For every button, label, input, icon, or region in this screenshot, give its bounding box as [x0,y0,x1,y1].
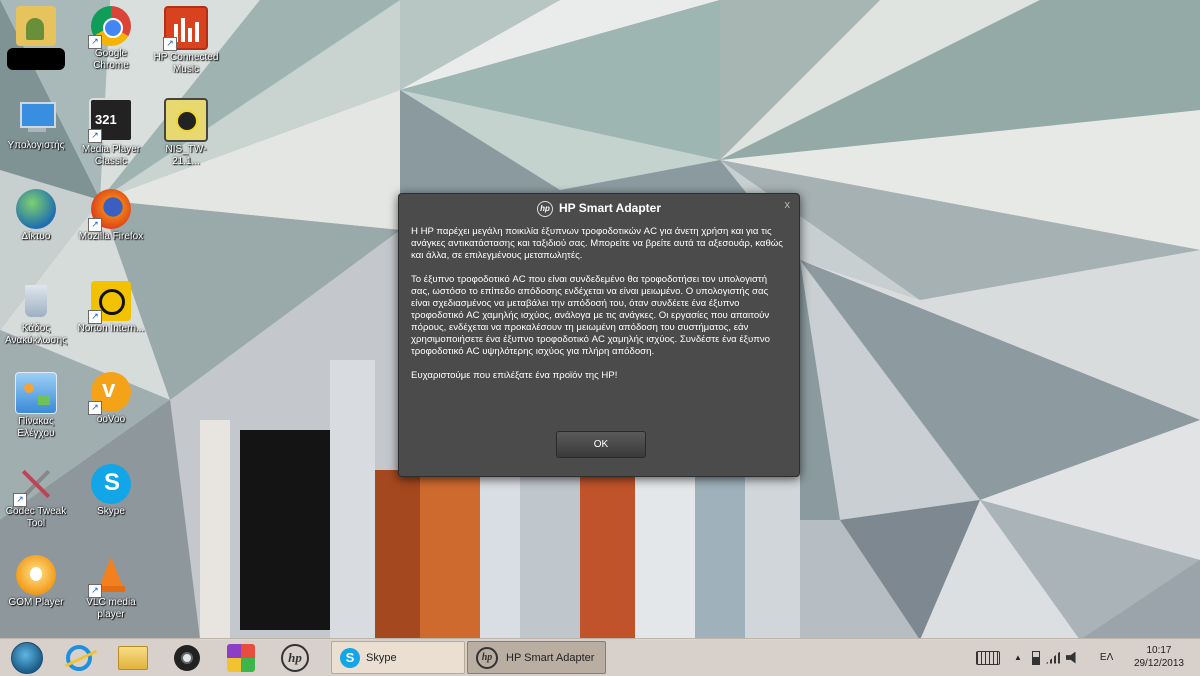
dialog-title: HP Smart Adapter [558,201,662,215]
dialog-message: Η HP παρέχει μεγάλη ποικιλία έξυπνων τρο… [399,222,799,382]
desktop-icon-nis-installer[interactable]: NIS_TW-21.1... [150,92,222,168]
puzzle-app-icon [227,643,255,672]
taskbar-task-hp-smart-adapter[interactable]: hp HP Smart Adapter [467,641,606,674]
desktop-icon-skype[interactable]: S Skype [75,458,147,518]
network-globe-icon [16,189,56,229]
hp-music-icon: ↗ [163,6,208,51]
oovoo-icon: v ↗ [88,372,131,415]
close-button[interactable]: x [785,199,791,211]
firefox-icon: ↗ [88,189,131,232]
ok-button[interactable]: OK [556,431,646,458]
volume-icon[interactable] [1065,651,1076,664]
desktop-icon-label: GOM Player [8,597,64,608]
gom-player-icon [16,555,56,595]
taskbar-task-skype[interactable]: S Skype [331,641,465,674]
norton-icon: ↗ [88,281,131,324]
redacted-label [7,48,65,70]
skype-icon: S [340,647,360,668]
desktop-icon-label: Mozilla Firefox [78,231,144,242]
desktop-icon-codec-tweak-tool[interactable]: ↗ Codec Tweak Tool [0,458,72,530]
desktop-icon-gom-player[interactable]: GOM Player [0,549,72,609]
language-indicator[interactable]: ΕΛ [1100,652,1113,663]
clock-date: 29/12/2013 [1133,658,1184,669]
installer-box-icon [164,98,208,142]
taskbar-task-label: Skype [366,651,397,664]
start-orb-icon [11,641,43,674]
mpc-icon: 321 ↗ [88,98,133,143]
battery-icon[interactable] [1031,650,1040,665]
dialog-paragraph-2: Το έξυπνο τροφοδοτικό AC που είναι συνδε… [411,274,770,357]
chrome-icon: ↗ [88,6,131,49]
desktop-icon-label: Υπολογιστής [7,140,65,151]
computer-icon [16,98,56,138]
desktop-icon-label: Codec Tweak Tool [5,506,67,529]
desktop-icon-control-panel[interactable]: Πίνακας Ελέγχου [0,366,72,440]
taskbar-pin-internet-explorer[interactable] [52,641,106,674]
show-hidden-icons-button[interactable]: ▲ [1014,653,1022,662]
desktop-icon-label: ooVoo [96,414,126,425]
desktop-icon-norton[interactable]: ↗ Norton Intern... [75,275,147,335]
touch-keyboard-icon[interactable] [976,650,1000,665]
file-explorer-icon [118,645,148,670]
taskbar-task-label: HP Smart Adapter [506,651,595,664]
hp-smart-adapter-dialog: hp HP Smart Adapter x Η HP παρέχει μεγάλη… [398,193,800,477]
desktop-icon-label: Google Chrome [93,48,129,71]
dialog-paragraph-3: Ευχαριστούμε που επιλέξατε ένα προϊόν τη… [411,370,618,381]
signal-bars-icon[interactable] [1045,651,1060,664]
taskbar-pin-webcam[interactable] [160,641,214,674]
desktop-icon-label: VLC media player [86,597,136,620]
desktop-icon-label: Norton Intern... [77,323,145,334]
clock-time: 10:17 [1146,645,1172,656]
dialog-paragraph-1: Η HP παρέχει μεγάλη ποικιλία έξυπνων τρο… [411,226,783,261]
desktop-icon-google-chrome[interactable]: ↗ Google Chrome [75,0,147,72]
webcam-icon [174,644,200,671]
desktop-icon-label: Skype [97,506,125,517]
system-tray: ▲ ΕΛ [976,639,1113,676]
desktop-icon-oovoo[interactable]: v ↗ ooVoo [75,366,147,426]
desktop-icon-vlc[interactable]: ↗ VLC media player [75,549,147,621]
start-button[interactable] [0,641,54,674]
hp-logo-icon: hp [281,643,309,672]
taskbar: hp S Skype hp HP Smart Adapter ▲ ΕΛ 10:1… [0,638,1200,676]
hp-logo-icon: hp [536,200,553,217]
recycle-bin-icon [16,281,56,321]
desktop-icon-user-folder[interactable] [0,0,72,70]
desktop-icon-label: Κάδος Ανακύκλωσης [5,323,67,346]
desktop-icon-label: HP Connected Music [153,52,219,75]
taskbar-pin-file-explorer[interactable] [106,641,160,674]
desktop-icon-media-player-classic[interactable]: 321 ↗ Media Player Classic [75,92,147,168]
desktop-icon-network[interactable]: Δίκτυο [0,183,72,243]
desktop-icon-label: Πίνακας Ελέγχου [17,416,55,439]
vlc-icon: ↗ [88,555,131,598]
codec-tools-icon: ↗ [13,464,56,507]
taskbar-pin-puzzle-app[interactable] [214,641,268,674]
desktop-icon-mozilla-firefox[interactable]: ↗ Mozilla Firefox [75,183,147,243]
desktop-icon-label: Δίκτυο [21,231,51,242]
hp-logo-icon: hp [476,646,498,669]
desktop-icon-computer[interactable]: Υπολογιστής [0,92,72,152]
desktop-icon-label: Media Player Classic [81,144,141,167]
skype-icon: S [91,464,131,504]
desktop-icon-hp-connected-music[interactable]: ↗ HP Connected Music [150,0,222,76]
control-panel-icon [15,372,57,414]
taskbar-pin-hp[interactable]: hp [268,641,322,674]
internet-explorer-icon [64,644,98,671]
system-clock[interactable]: 10:17 29/12/2013 [1134,644,1184,670]
user-folder-icon [16,6,56,46]
desktop-icon-recycle-bin[interactable]: Κάδος Ανακύκλωσης [0,275,72,347]
dialog-titlebar: hp HP Smart Adapter [399,194,799,222]
desktop-icon-label: NIS_TW-21.1... [165,144,207,167]
